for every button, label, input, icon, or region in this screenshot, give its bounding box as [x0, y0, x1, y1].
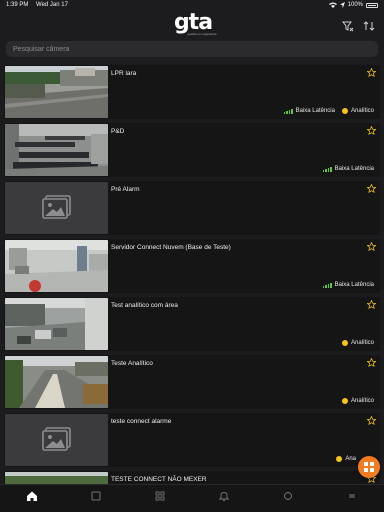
logo-tagline: gestão em segurança [187, 32, 217, 36]
app-header: gta gestão em segurança [0, 10, 384, 40]
latency-label: Baixa Latência [334, 166, 374, 172]
tab-bar [0, 484, 384, 512]
latency-badge: Baixa Latência [323, 166, 374, 172]
camera-name: Test analítico com área [111, 302, 178, 309]
tablet-icon[interactable] [90, 490, 102, 502]
camera-thumbnail[interactable] [5, 356, 108, 408]
favorite-star-icon[interactable] [367, 184, 376, 193]
wifi-icon [328, 2, 337, 8]
analytic-badge: Analítico [341, 108, 374, 114]
analytic-badge: Analítico [341, 398, 374, 404]
latency-badge: Baixa Latência [323, 282, 374, 288]
sort-icon[interactable] [363, 20, 375, 32]
grid-icon[interactable] [154, 490, 166, 502]
camera-name: Servidor Connect Nuvem (Base de Teste) [111, 244, 231, 251]
logo-text: gta [173, 10, 213, 35]
camera-badges: Baixa Latência [323, 282, 374, 288]
analytic-badge: Analítico [341, 340, 374, 346]
menu-icon[interactable] [346, 490, 358, 502]
analytic-label: Ana [345, 456, 356, 462]
camera-name: P&D [111, 128, 125, 135]
camera-badges: Baixa Latência Analítico [284, 108, 374, 114]
camera-name: teste connect alarme [111, 418, 172, 425]
location-icon [339, 2, 345, 8]
signal-icon [323, 166, 332, 172]
status-time: 1:39 PM [6, 2, 29, 8]
favorite-star-icon[interactable] [367, 358, 376, 367]
latency-badge: Baixa Latência [284, 108, 335, 114]
analytic-dot-icon [336, 456, 343, 462]
analytic-label: Analítico [350, 108, 374, 114]
camera-card[interactable]: Pré Alarm [4, 181, 380, 235]
camera-thumbnail[interactable] [5, 414, 108, 466]
analytic-dot-icon [341, 340, 348, 346]
status-bar: 1:39 PM Wed Jan 17 100% [0, 0, 384, 10]
camera-list[interactable]: LPR lara Baixa Latência Analítico P&D Ba… [0, 65, 384, 485]
favorite-star-icon[interactable] [367, 300, 376, 309]
camera-name: TESTE CONNECT NÃO MEXER [111, 476, 207, 483]
battery-percent: 100% [347, 2, 363, 8]
camera-card[interactable]: Teste Analítico Analítico [4, 355, 380, 409]
camera-badges: Baixa Latência [323, 166, 374, 172]
battery-icon [366, 2, 378, 8]
camera-grid-icon [364, 462, 374, 472]
analytic-label: Analítico [350, 340, 374, 346]
app-logo: gta gestão em segurança [168, 10, 218, 39]
analytic-badge: Ana [336, 456, 356, 462]
camera-grid-button[interactable] [358, 456, 380, 478]
camera-name: Pré Alarm [111, 186, 140, 193]
signal-icon [284, 108, 293, 114]
image-placeholder-icon [42, 195, 71, 219]
circle-icon[interactable] [282, 490, 294, 502]
latency-label: Baixa Latência [295, 108, 335, 114]
camera-badges: Ana [336, 456, 356, 462]
favorite-star-icon[interactable] [367, 68, 376, 77]
camera-card[interactable]: P&D Baixa Latência [4, 123, 380, 177]
bell-icon[interactable] [218, 490, 230, 502]
analytic-dot-icon [341, 398, 348, 404]
image-placeholder-icon [42, 427, 71, 451]
signal-icon [323, 282, 332, 288]
search-input[interactable]: Pesquisar câmera [6, 41, 378, 57]
camera-thumbnail[interactable] [5, 124, 108, 176]
camera-badges: Analítico [341, 340, 374, 346]
latency-label: Baixa Latência [334, 282, 374, 288]
camera-name: LPR lara [111, 70, 137, 77]
filter-icon[interactable] [342, 20, 354, 32]
favorite-star-icon[interactable] [367, 126, 376, 135]
camera-thumbnail[interactable] [5, 182, 108, 234]
camera-thumbnail[interactable] [5, 298, 108, 350]
camera-badges: Analítico [341, 398, 374, 404]
analytic-dot-icon [341, 108, 348, 114]
camera-card[interactable]: LPR lara Baixa Latência Analítico [4, 65, 380, 119]
camera-card[interactable]: TESTE CONNECT NÃO MEXER [4, 471, 380, 485]
camera-name: Teste Analítico [111, 360, 153, 367]
status-date: Wed Jan 17 [36, 2, 68, 8]
camera-card[interactable]: Servidor Connect Nuvem (Base de Teste) B… [4, 239, 380, 293]
camera-card[interactable]: teste connect alarme Ana [4, 413, 380, 467]
favorite-star-icon[interactable] [367, 242, 376, 251]
camera-card[interactable]: Test analítico com área Analítico [4, 297, 380, 351]
camera-thumbnail[interactable] [5, 240, 108, 292]
analytic-label: Analítico [350, 398, 374, 404]
camera-thumbnail[interactable] [5, 66, 108, 118]
home-icon[interactable] [26, 490, 38, 502]
favorite-star-icon[interactable] [367, 416, 376, 425]
